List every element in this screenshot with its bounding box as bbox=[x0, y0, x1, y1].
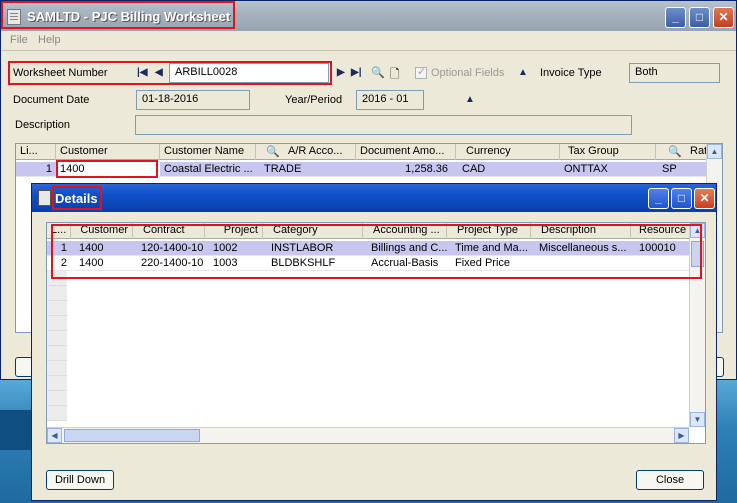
details-app-icon bbox=[38, 190, 51, 206]
search-icon[interactable]: 🔍 bbox=[266, 145, 280, 158]
col-line[interactable]: Li... bbox=[16, 144, 56, 160]
close-window-button[interactable]: ✕ bbox=[713, 7, 734, 28]
scroll-down-icon[interactable]: ▼ bbox=[690, 412, 705, 427]
empty-row bbox=[47, 316, 67, 331]
invoice-type-field[interactable]: Both bbox=[629, 63, 720, 83]
minimize-button[interactable]: _ bbox=[665, 7, 686, 28]
cell-document-amount: 1,258.36 bbox=[405, 163, 448, 175]
empty-row bbox=[47, 391, 67, 406]
col-currency[interactable]: Currency bbox=[456, 144, 560, 160]
search-icon[interactable]: 🔍 bbox=[371, 66, 385, 79]
scroll-left-icon[interactable]: ◀ bbox=[47, 428, 62, 443]
invoice-type-label: Invoice Type bbox=[540, 67, 602, 79]
cell-tax-group: ONTTAX bbox=[564, 163, 608, 175]
menu-file[interactable]: File bbox=[10, 34, 28, 46]
maximize-icon: □ bbox=[695, 10, 704, 24]
details-title-bar: Details _ □ ✕ bbox=[32, 184, 716, 212]
highlight-details-rows bbox=[51, 224, 702, 279]
col-document-amount[interactable]: Document Amo... bbox=[356, 144, 456, 160]
maximize-button[interactable]: □ bbox=[689, 7, 710, 28]
collapse-icon[interactable]: ▲ bbox=[518, 67, 528, 78]
highlight-customer bbox=[56, 160, 158, 178]
empty-row bbox=[47, 331, 67, 346]
optional-fields-checkbox[interactable] bbox=[415, 65, 427, 79]
cell-currency: CAD bbox=[462, 163, 486, 175]
minimize-icon: _ bbox=[655, 191, 662, 205]
new-document-icon[interactable]: 🗋 bbox=[390, 65, 400, 86]
menu-bar: File Help bbox=[1, 31, 736, 51]
highlight-worksheet bbox=[8, 61, 332, 85]
details-minimize-button[interactable]: _ bbox=[648, 188, 669, 209]
empty-row bbox=[47, 346, 67, 361]
scroll-up-icon[interactable]: ▲ bbox=[707, 144, 722, 159]
empty-row bbox=[47, 406, 67, 421]
optional-fields-label: Optional Fields bbox=[431, 67, 505, 79]
empty-row bbox=[47, 361, 67, 376]
cell-ar-account: TRADE bbox=[264, 163, 302, 175]
collapse-icon[interactable]: ▲ bbox=[465, 94, 475, 105]
last-record-icon[interactable]: ▶| bbox=[351, 67, 362, 78]
year-period-label: Year/Period bbox=[285, 94, 343, 106]
empty-row bbox=[47, 301, 67, 316]
empty-row bbox=[47, 376, 67, 391]
close-icon: ✕ bbox=[718, 10, 729, 24]
minimize-icon: _ bbox=[672, 10, 679, 24]
highlight-title bbox=[1, 1, 235, 29]
cell-customer-name: Coastal Electric ... bbox=[164, 163, 253, 175]
details-horizontal-scrollbar[interactable]: ◀ ▶ bbox=[47, 427, 689, 443]
scroll-thumb[interactable] bbox=[64, 429, 200, 442]
document-date-label: Document Date bbox=[13, 94, 90, 106]
details-dialog: Details _ □ ✕ L... Customer Contract Pro… bbox=[31, 183, 717, 501]
col-customer[interactable]: Customer bbox=[56, 144, 160, 160]
search-icon[interactable]: 🔍 bbox=[668, 145, 682, 158]
document-date-field[interactable]: 01-18-2016 bbox=[136, 90, 250, 110]
col-customer-name[interactable]: Customer Name bbox=[160, 144, 256, 160]
close-icon: ✕ bbox=[699, 191, 710, 205]
cell-rate: SP bbox=[662, 163, 677, 175]
description-label: Description bbox=[15, 119, 71, 131]
year-period-field[interactable]: 2016 - 01 bbox=[356, 90, 424, 110]
grid-header: Li... Customer Customer Name A/R Acco...… bbox=[16, 144, 722, 160]
next-record-icon[interactable]: ▶ bbox=[337, 67, 345, 78]
drill-down-button[interactable]: Drill Down bbox=[46, 470, 114, 490]
highlight-details-title bbox=[52, 186, 102, 210]
cell-line: 1 bbox=[45, 163, 52, 175]
close-button[interactable]: Close bbox=[636, 470, 704, 490]
details-close-button[interactable]: ✕ bbox=[694, 188, 715, 209]
details-maximize-button[interactable]: □ bbox=[671, 188, 692, 209]
scroll-right-icon[interactable]: ▶ bbox=[674, 428, 689, 443]
menu-help[interactable]: Help bbox=[38, 34, 61, 46]
empty-row bbox=[47, 286, 67, 301]
title-bar: SAMLTD - PJC Billing Worksheet _ □ ✕ bbox=[1, 1, 736, 31]
col-tax-group[interactable]: Tax Group bbox=[560, 144, 656, 160]
maximize-icon: □ bbox=[677, 191, 686, 205]
description-field[interactable] bbox=[135, 115, 632, 135]
